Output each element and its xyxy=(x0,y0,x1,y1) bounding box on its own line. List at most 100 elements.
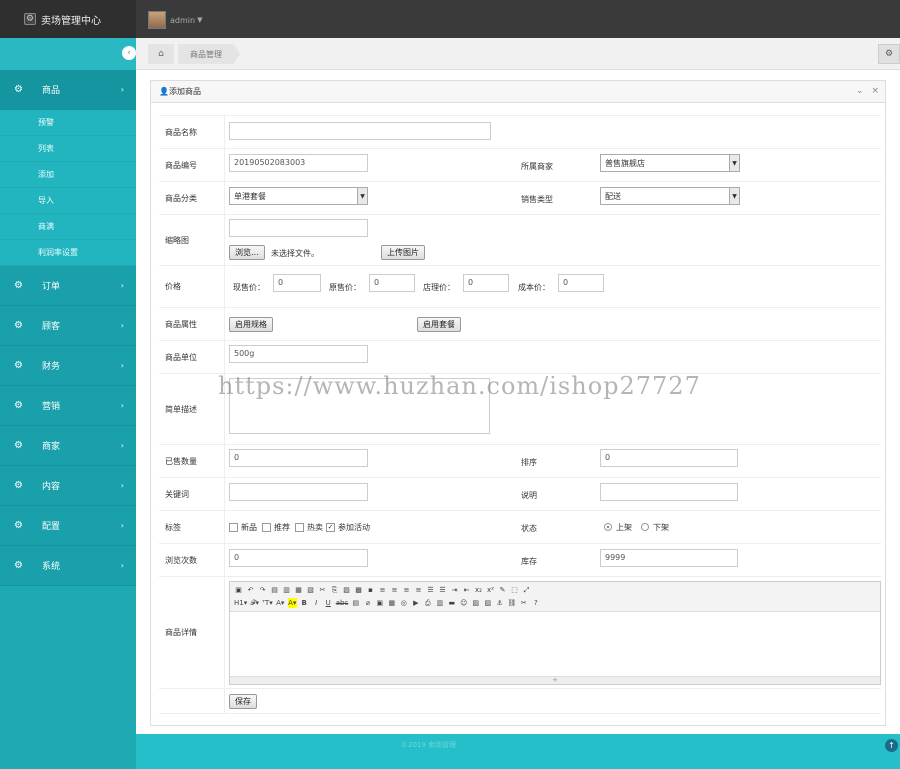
undo-icon[interactable]: ↶ xyxy=(246,585,255,595)
status-off-radio[interactable] xyxy=(641,523,649,531)
tag-recommend-checkbox[interactable] xyxy=(262,523,271,532)
breadcrumb-item[interactable]: 商品管理 xyxy=(178,44,240,64)
media-icon[interactable]: ▶ xyxy=(411,598,420,608)
upload-image-button[interactable]: 上传图片 xyxy=(381,245,425,260)
anchor-icon[interactable]: ⚓ xyxy=(495,598,504,608)
price-current-input[interactable]: 0 xyxy=(273,274,321,292)
remove-format-icon[interactable]: ⌀ xyxy=(363,598,372,608)
submenu-item-profit[interactable]: 利润率设置 xyxy=(0,240,136,266)
help-icon[interactable]: ? xyxy=(531,598,540,608)
sort-input[interactable]: 0 xyxy=(600,449,738,467)
multi-image-icon[interactable]: ▦ xyxy=(387,598,396,608)
editor-resize-handle[interactable]: + xyxy=(230,676,880,684)
hr-icon[interactable]: ▬ xyxy=(447,598,456,608)
sale-type-select[interactable]: 配送 ▼ xyxy=(600,187,740,205)
code-input[interactable]: 20190502083003 xyxy=(229,154,368,172)
justify-icon[interactable]: ≡ xyxy=(414,585,423,595)
pagebreak-icon[interactable]: ▧ xyxy=(483,598,492,608)
sidebar-item-config[interactable]: ⚙ 配置 › xyxy=(0,506,136,546)
preview-icon[interactable]: ▤ xyxy=(270,585,279,595)
submenu-item-add[interactable]: 添加 xyxy=(0,162,136,188)
sidebar-item-marketing[interactable]: ⚙ 营销 › xyxy=(0,386,136,426)
shop-select[interactable]: 普售旗舰店 ▼ xyxy=(600,154,740,172)
font-family-icon[interactable]: 𝓕▾ xyxy=(250,598,259,608)
submenu-item-full[interactable]: 商满 xyxy=(0,214,136,240)
sidebar-item-system[interactable]: ⚙ 系统 › xyxy=(0,546,136,586)
settings-gear-icon[interactable]: ⚙ xyxy=(878,44,900,64)
submenu-item-import[interactable]: 导入 xyxy=(0,188,136,214)
unlink-icon[interactable]: ✂ xyxy=(519,598,528,608)
flash-icon[interactable]: ◎ xyxy=(399,598,408,608)
select-all-icon[interactable]: ⬚ xyxy=(510,585,519,595)
fullscreen-icon[interactable]: ⤢ xyxy=(522,585,531,595)
subscript-icon[interactable]: x₂ xyxy=(474,585,483,595)
redo-icon[interactable]: ↷ xyxy=(258,585,267,595)
align-left-icon[interactable]: ≡ xyxy=(378,585,387,595)
map-icon[interactable]: ▨ xyxy=(471,598,480,608)
copy-icon[interactable]: ⎘ xyxy=(330,585,339,595)
views-input[interactable]: 0 xyxy=(229,549,368,567)
font-size-icon[interactable]: ᵀT▾ xyxy=(262,598,272,608)
emoticon-icon[interactable]: ☺ xyxy=(459,598,468,608)
thumb-path-input[interactable] xyxy=(229,219,368,237)
collapse-sidebar-button[interactable]: ‹ xyxy=(122,46,136,60)
sidebar-item-finance[interactable]: ⚙ 财务 › xyxy=(0,346,136,386)
enable-package-button[interactable]: 启用套餐 xyxy=(417,317,461,332)
outdent-icon[interactable]: ⇤ xyxy=(462,585,471,595)
keyword-input[interactable] xyxy=(229,483,368,501)
table-icon[interactable]: ▥ xyxy=(435,598,444,608)
superscript-icon[interactable]: x² xyxy=(486,585,495,595)
font-color-icon[interactable]: A▾ xyxy=(276,598,285,608)
browse-button[interactable]: 浏览... xyxy=(229,245,265,260)
template-icon[interactable]: ▦ xyxy=(294,585,303,595)
italic-icon[interactable]: I xyxy=(312,598,321,608)
attachment-icon[interactable]: ⎙ xyxy=(423,598,432,608)
sidebar-item-merchants[interactable]: ⚙ 商家 › xyxy=(0,426,136,466)
paste-icon[interactable]: ▨ xyxy=(342,585,351,595)
price-original-input[interactable]: 0 xyxy=(369,274,415,292)
status-on-radio[interactable] xyxy=(604,523,612,531)
line-height-icon[interactable]: ▤ xyxy=(351,598,360,608)
rich-text-editor[interactable]: ▣ ↶ ↷ ▤ ▥ ▦ ▧ ✂ ⎘ ▨ ▩ ▪ ≡ ≡ ≡ ≡ ☰ ☰ ⇥ ⇤ … xyxy=(229,581,881,685)
submenu-item-warning[interactable]: 预警 xyxy=(0,110,136,136)
collapse-chevron-icon[interactable]: ⌄ xyxy=(856,86,864,96)
unordered-list-icon[interactable]: ☰ xyxy=(438,585,447,595)
align-center-icon[interactable]: ≡ xyxy=(390,585,399,595)
home-icon[interactable]: ⌂ xyxy=(148,44,174,64)
tag-hot-checkbox[interactable] xyxy=(295,523,304,532)
highlight-icon[interactable]: A▾ xyxy=(287,598,297,608)
price-store-input[interactable]: 0 xyxy=(463,274,509,292)
link-icon[interactable]: ⛓ xyxy=(507,598,516,608)
clear-format-icon[interactable]: ✎ xyxy=(498,585,507,595)
scroll-top-icon[interactable]: ↑ xyxy=(885,739,898,752)
close-icon[interactable]: × xyxy=(871,86,879,96)
submenu-item-list[interactable]: 列表 xyxy=(0,136,136,162)
underline-icon[interactable]: U xyxy=(324,598,333,608)
indent-icon[interactable]: ⇥ xyxy=(450,585,459,595)
bold-icon[interactable]: B xyxy=(300,598,309,608)
unit-input[interactable]: 500g xyxy=(229,345,368,363)
sold-input[interactable]: 0 xyxy=(229,449,368,467)
price-cost-input[interactable]: 0 xyxy=(558,274,604,292)
cut-icon[interactable]: ✂ xyxy=(318,585,327,595)
align-right-icon[interactable]: ≡ xyxy=(402,585,411,595)
code-icon[interactable]: ▧ xyxy=(306,585,315,595)
note-input[interactable] xyxy=(600,483,738,501)
category-select[interactable]: 单港套餐 ▼ xyxy=(229,187,368,205)
print-icon[interactable]: ▥ xyxy=(282,585,291,595)
sidebar-item-content[interactable]: ⚙ 内容 › xyxy=(0,466,136,506)
sidebar-item-goods[interactable]: ⚙ 商品 › xyxy=(0,70,136,110)
paste-word-icon[interactable]: ▪ xyxy=(366,585,375,595)
enable-spec-button[interactable]: 启用规格 xyxy=(229,317,273,332)
paste-text-icon[interactable]: ▩ xyxy=(354,585,363,595)
brand[interactable]: ⚙ 卖场管理中心 xyxy=(0,0,136,38)
heading-icon[interactable]: H1▾ xyxy=(234,598,247,608)
sidebar-item-orders[interactable]: ⚙ 订单 › xyxy=(0,266,136,306)
ordered-list-icon[interactable]: ☰ xyxy=(426,585,435,595)
image-icon[interactable]: ▣ xyxy=(375,598,384,608)
strikethrough-icon[interactable]: abc xyxy=(336,598,349,608)
save-button[interactable]: 保存 xyxy=(229,694,257,709)
user-menu[interactable]: admin ▼ xyxy=(148,11,202,29)
stock-input[interactable]: 9999 xyxy=(600,549,738,567)
tag-new-checkbox[interactable] xyxy=(229,523,238,532)
